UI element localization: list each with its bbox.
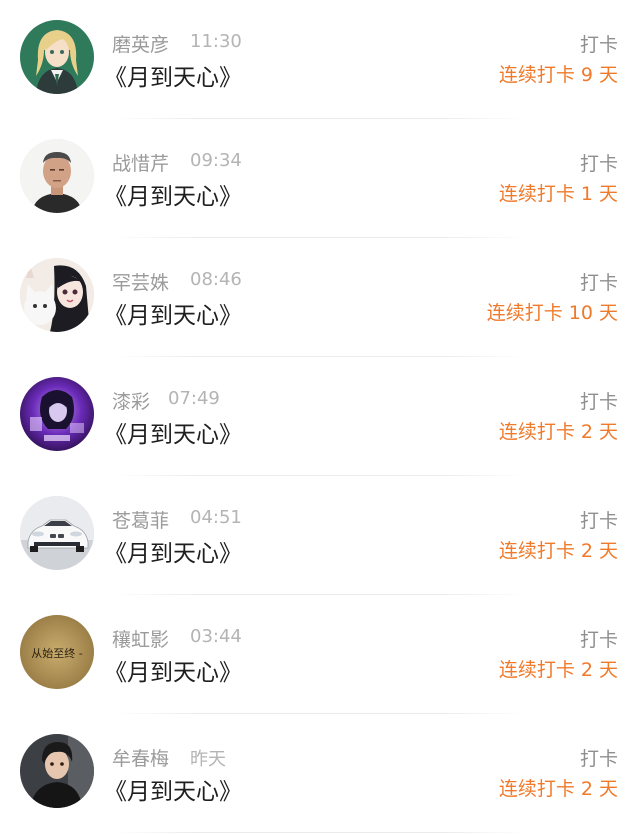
list-item[interactable]: 牟春梅 昨天 《月到天心》 打卡 连续打卡 2 天: [0, 714, 640, 833]
book-title[interactable]: 《月到天心》: [104, 415, 242, 449]
checkin-time: 07:49: [168, 388, 220, 409]
avatar-text: 从始至终 -: [31, 646, 82, 660]
user-name: 漆彩: [112, 391, 151, 413]
book-title[interactable]: 《月到天心》: [104, 296, 242, 330]
book-title[interactable]: 《月到天心》: [104, 772, 242, 806]
man-portrait-avatar[interactable]: [20, 139, 94, 213]
checkin-time: 11:30: [190, 31, 242, 52]
user-name: 磨英彦: [112, 34, 170, 56]
user-name: 罕芸姝: [112, 272, 170, 294]
anime-girl-avatar[interactable]: [20, 20, 94, 94]
text-paper-avatar[interactable]: 从始至终 -: [20, 615, 94, 689]
checkin-label: 打卡: [579, 391, 618, 413]
cartoon-girl-cat-avatar[interactable]: [20, 258, 94, 332]
checkin-time: 08:46: [190, 269, 242, 290]
checkin-list: 磨英彦 11:30 《月到天心》 打卡 连续打卡 9 天 战惜芹 09:34 《…: [0, 0, 640, 835]
list-item[interactable]: 从始至终 - 穰虹影 03:44 《月到天心》 打卡 连续打卡 2 天: [0, 595, 640, 714]
white-car-avatar[interactable]: [20, 496, 94, 570]
checkin-label: 打卡: [579, 748, 618, 770]
streak-label: 连续打卡 2 天: [498, 659, 618, 681]
list-item[interactable]: 罕芸姝 08:46 《月到天心》 打卡 连续打卡 10 天: [0, 238, 640, 357]
row-divider: [112, 832, 528, 833]
checkin-label: 打卡: [579, 153, 618, 175]
user-name: 牟春梅: [112, 748, 170, 770]
list-item[interactable]: 苍葛菲 04:51 《月到天心》 打卡 连续打卡 2 天: [0, 476, 640, 595]
checkin-time: 09:34: [190, 150, 242, 171]
streak-label: 连续打卡 2 天: [498, 421, 618, 443]
list-item[interactable]: 漆彩 07:49 《月到天心》 打卡 连续打卡 2 天: [0, 357, 640, 476]
book-title[interactable]: 《月到天心》: [104, 534, 242, 568]
checkin-time: 03:44: [190, 626, 242, 647]
user-name: 苍葛菲: [112, 510, 170, 532]
list-item[interactable]: 战惜芹 09:34 《月到天心》 打卡 连续打卡 1 天: [0, 119, 640, 238]
streak-label: 连续打卡 10 天: [486, 302, 618, 324]
checkin-label: 打卡: [579, 34, 618, 56]
checkin-time: 04:51: [190, 507, 242, 528]
user-name: 穰虹影: [112, 629, 170, 651]
checkin-label: 打卡: [579, 510, 618, 532]
young-man-avatar[interactable]: [20, 734, 94, 808]
book-title[interactable]: 《月到天心》: [104, 653, 242, 687]
streak-label: 连续打卡 2 天: [498, 540, 618, 562]
list-item[interactable]: 磨英彦 11:30 《月到天心》 打卡 连续打卡 9 天: [0, 0, 640, 119]
checkin-label: 打卡: [579, 272, 618, 294]
purple-anime-avatar[interactable]: [20, 377, 94, 451]
streak-label: 连续打卡 2 天: [498, 778, 618, 800]
checkin-label: 打卡: [579, 629, 618, 651]
streak-label: 连续打卡 9 天: [498, 64, 618, 86]
book-title[interactable]: 《月到天心》: [104, 177, 242, 211]
user-name: 战惜芹: [112, 153, 170, 175]
checkin-time: 昨天: [190, 749, 226, 770]
streak-label: 连续打卡 1 天: [498, 183, 618, 205]
book-title[interactable]: 《月到天心》: [104, 58, 242, 92]
